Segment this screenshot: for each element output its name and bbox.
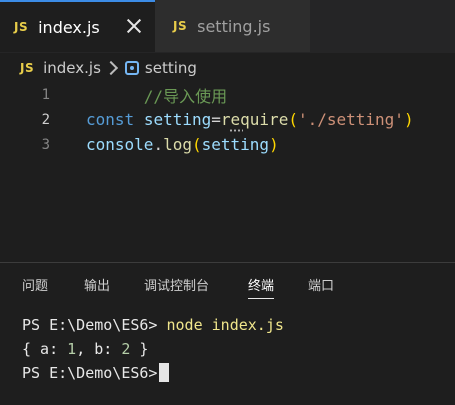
code-object: console [86,135,154,154]
terminal-line: PS E:\Demo\ES6> node index.js [22,313,284,337]
terminal-line: PS E:\Demo\ES6> [22,361,284,385]
code-line: 1 //导入使用 [0,82,455,107]
js-file-icon: JS [173,19,188,33]
terminal-text: } [130,340,149,358]
terminal-prompt: PS E:\Demo\ES6> [22,316,167,334]
editor-tab-bar: JS index.js JS setting.js [0,0,455,53]
terminal-output[interactable]: PS E:\Demo\ES6> node index.js { a: 1, b:… [22,313,284,385]
code-paren: ( [288,110,298,129]
code-line: 3 console.log(setting) [0,132,455,157]
tab-label: index.js [38,17,100,37]
close-icon[interactable] [123,15,145,37]
code-method: log [163,135,192,154]
line-number: 3 [41,136,50,153]
tab-ports[interactable]: 端口 [308,275,334,299]
code-argument: setting [201,135,270,154]
code-editor[interactable]: 1 //导入使用 2 const setting=require('./sett… [0,80,455,260]
code-string: './setting' [297,110,404,129]
line-number: 2 [41,111,50,128]
tab-setting-js[interactable]: JS setting.js [155,0,311,52]
terminal-number: 1 [67,340,77,358]
terminal-text: , b: [76,340,122,358]
panel-tabs: 问题 输出 调试控制台 终端 端口 [0,275,455,303]
code-variable: setting [143,110,212,129]
terminal-text: { a: [22,340,68,358]
code-operator: = [211,110,221,129]
js-file-icon: JS [14,20,29,34]
code-dot: . [153,135,164,154]
terminal-line: { a: 1, b: 2 } [22,337,284,361]
tab-terminal[interactable]: 终端 [248,275,275,299]
code-paren: ( [191,135,202,154]
code-paren: ) [269,135,279,154]
tab-debug-console[interactable]: 调试控制台 [144,275,209,299]
terminal-cursor [159,363,170,382]
terminal-command: node index.js [166,316,284,334]
code-line: 2 const setting=require('./setting') [0,107,455,132]
bottom-panel: 问题 输出 调试控制台 终端 端口 PS E:\Demo\ES6> node i… [0,262,455,405]
line-number: 1 [41,86,50,103]
code-comment: //导入使用 [143,86,228,106]
code-function: require [220,110,289,129]
code-keyword: const [86,110,135,129]
tab-index-js[interactable]: JS index.js [0,0,155,52]
tab-problems[interactable]: 问题 [22,275,48,299]
tab-label: setting.js [197,16,271,36]
js-file-icon: JS [20,61,35,75]
terminal-prompt: PS E:\Demo\ES6> [22,364,158,382]
code-paren: ) [403,110,414,129]
tab-output[interactable]: 输出 [84,275,110,299]
